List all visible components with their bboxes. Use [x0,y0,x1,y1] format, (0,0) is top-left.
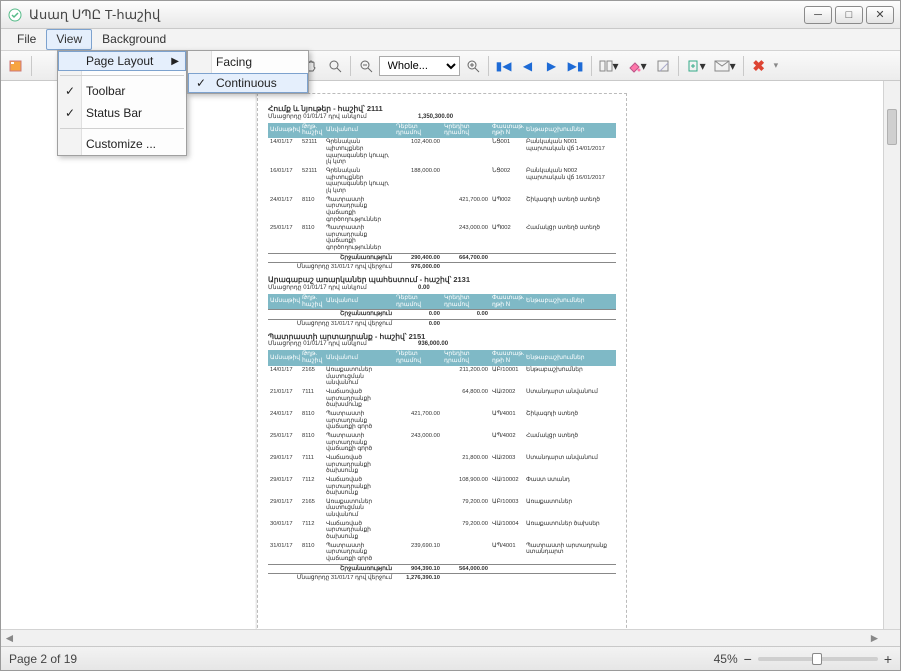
table-row: 14/01/172165Առաքատուներ մատուցման անվանո… [268,366,616,388]
next-page-icon[interactable]: ▶ [541,55,563,77]
document-page: Հումք և նյութեր - հաշիվ՝ 2111Մնացորդը 01… [257,93,627,629]
closing-row: Մնացորդը 31/01/17 դրվ վերջում1,276,390.1… [268,574,616,583]
maximize-button[interactable]: □ [835,6,863,24]
closing-row: Մնացորդը 31/01/17 դրվ վերջում0.00 [268,320,616,329]
menubar: File View Background [1,29,900,51]
table-row: 25/01/178110Պատրաստի արտադրանք վաճառքի գ… [268,224,616,253]
layout-icon[interactable]: ▾ [596,55,622,77]
menu-page-layout[interactable]: Page Layout ▶ [58,51,186,71]
export-icon[interactable] [5,55,27,77]
table-row: 31/01/178110Պատրաստի արտադրանք վաճառքի գ… [268,542,616,564]
titlebar: Ասաղ ՍՊԸ T-հաշիվ ─ □ ✕ [1,1,900,29]
zoom-out-icon[interactable] [355,55,377,77]
scroll-right-icon[interactable]: ► [866,631,883,646]
chevron-right-icon: ▶ [171,56,179,67]
zoom-in-icon[interactable] [462,55,484,77]
menu-customize-label: Customize ... [86,137,156,151]
totals-row: Շրջանառություն290,400.00664,700.00 [268,253,616,263]
horizontal-scrollbar[interactable]: ◄ ► [1,629,900,646]
toolbar-overflow-icon[interactable]: ▾ [774,60,779,71]
menu-view[interactable]: View [46,29,92,50]
menu-customize[interactable]: Customize ... [58,133,186,155]
app-icon [7,7,23,23]
totals-row: Շրջանառություն904,390.10564,000.00 [268,564,616,574]
prev-page-icon[interactable]: ◀ [517,55,539,77]
zoom-minus-button[interactable]: − [744,651,752,667]
table-row: 24/01/178110Պատրաստի արտադրանք վաճառքի գ… [268,196,616,225]
zoom-percent: 45% [714,652,738,666]
scroll-left-icon[interactable]: ◄ [1,631,18,646]
view-dropdown: Page Layout ▶ ✓ Toolbar ✓ Status Bar Cus… [57,50,187,156]
check-icon: ✓ [65,84,75,98]
minimize-button[interactable]: ─ [804,6,832,24]
menu-page-layout-label: Page Layout [86,54,153,68]
opening-balance: Մնացորդը 01/01/17 դրվ անկյում1,350,300.0… [268,114,616,121]
zoom-widget: 45% − + [714,651,892,667]
table-row: 14/01/1752111Գրենական պիտույքներ պարագան… [268,138,616,167]
last-page-icon[interactable]: ▶▮ [565,55,587,77]
menu-facing-label: Facing [216,55,252,69]
table-row: 21/01/177111Վաճառված արտադրանքի ծախսմուն… [268,388,616,410]
table-row: 25/01/178110Պատրաստի արտադրանք վաճառքի գ… [268,432,616,454]
menu-background[interactable]: Background [92,29,176,50]
close-toolbar-button[interactable]: ✖ [748,55,770,77]
closing-row: Մնացորդը 31/01/17 դրվ վերջում976,000.00 [268,263,616,272]
window-title: Ասաղ ՍՊԸ T-հաշիվ [29,7,804,23]
section-title: Արագաբաշ առարկաներ պահեստում - հաշիվ՝ 21… [268,276,616,285]
section-title: Հումք և նյութեր - հաշիվ՝ 2111 [268,105,616,114]
menu-toolbar-label: Toolbar [86,84,125,98]
menu-status-bar[interactable]: ✓ Status Bar [58,102,186,124]
menu-continuous-label: Continuous [216,76,277,90]
table-row: 16/01/1752111Գրենական պիտույքներ պարագան… [268,167,616,196]
workspace: Հումք և նյութեր - հաշիվ՝ 2111Մնացորդը 01… [1,81,900,629]
zoom-slider-knob[interactable] [812,653,822,665]
menu-continuous[interactable]: ✓ Continuous [188,73,308,93]
opening-balance: Մնացորդը 01/01/17 դրվ անկյում936,000.00 [268,341,616,348]
zoom-tool-icon[interactable] [324,55,346,77]
check-icon: ✓ [196,76,206,90]
table-row: 29/01/172165Առաքատուներ մատուցման անվանո… [268,498,616,520]
totals-row: Շրջանառություն0.000.00 [268,310,616,320]
section-table: ԱմսաթիվԹղթ. հաշիվԱնվանումԴեբետ դրամովԿրե… [268,350,616,583]
menu-statusbar-label: Status Bar [86,106,142,120]
close-button[interactable]: ✕ [866,6,894,24]
document-viewport[interactable]: Հումք և նյութեր - հաշիվ՝ 2111Մնացորդը 01… [1,81,883,629]
page-indicator: Page 2 of 19 [9,652,77,666]
table-row: 24/01/178110Պատրաստի արտադրանք վաճառքի գ… [268,410,616,432]
zoom-plus-button[interactable]: + [884,651,892,667]
opening-balance: Մնացորդը 01/01/17 դրվ անկյում0.00 [268,285,616,292]
menu-facing[interactable]: Facing [188,51,308,73]
vertical-scrollbar[interactable] [883,81,900,629]
section-table: ԱմսաթիվԹղթ. հաշիվԱնվանումԴեբետ դրամովԿրե… [268,123,616,273]
check-icon: ✓ [65,106,75,120]
table-row: 30/01/177112Վաճառված արտադրանքի ծախսունք… [268,520,616,542]
email-icon[interactable]: ▾ [711,55,739,77]
section-table: ԱմսաթիվԹղթ. հաշիվԱնվանումԴեբետ դրամովԿրե… [268,294,616,329]
first-page-icon[interactable]: ▮◀ [493,55,515,77]
table-row: 29/01/177112Վաճառված արտադրանքի ծախսունք… [268,476,616,498]
scroll-thumb[interactable] [887,109,897,145]
zoom-select[interactable]: Whole... [379,56,460,76]
color-fill-icon[interactable]: ▾ [624,55,650,77]
app-window: Ասաղ ՍՊԸ T-հաշիվ ─ □ ✕ File View Backgro… [0,0,901,671]
export-doc-icon[interactable]: ▾ [683,55,709,77]
menu-file[interactable]: File [7,29,46,50]
watermark-icon[interactable] [652,55,674,77]
zoom-slider[interactable] [758,657,878,661]
statusbar: Page 2 of 19 45% − + [1,646,900,670]
table-row: 29/01/177111Վաճառված արտադրանքի ծախսունք… [268,454,616,476]
page-layout-dropdown: Facing ✓ Continuous [187,50,309,94]
menu-toolbar[interactable]: ✓ Toolbar [58,80,186,102]
